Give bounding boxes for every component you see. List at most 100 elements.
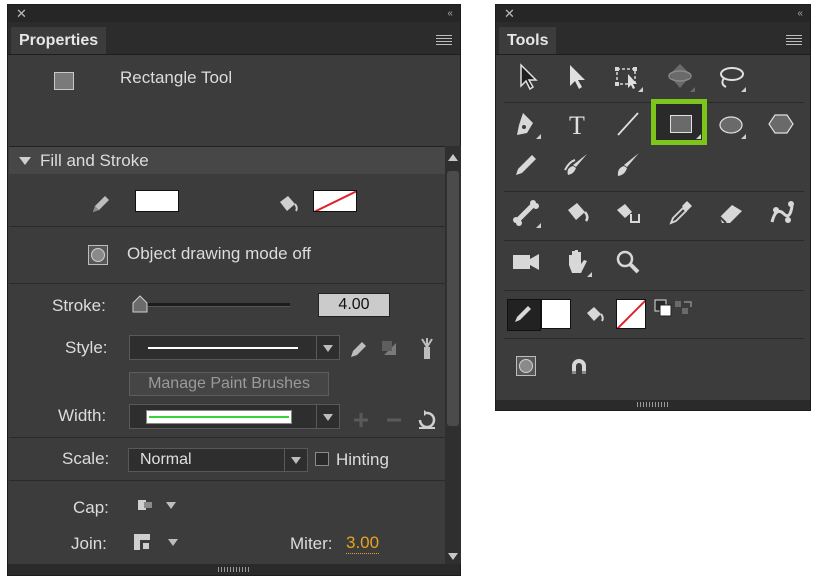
close-icon[interactable]: ✕: [16, 6, 27, 21]
fill-color[interactable]: [582, 302, 608, 328]
style-label: Style:: [65, 338, 108, 357]
chevron-down-icon: [284, 449, 307, 471]
ink-bottle-tool[interactable]: [611, 196, 645, 230]
object-drawing-icon[interactable]: [88, 245, 110, 267]
manage-paint-brushes-button[interactable]: Manage Paint Brushes: [129, 372, 329, 396]
panel-menu-icon[interactable]: [436, 35, 452, 45]
chevron-down-icon: [19, 157, 31, 165]
text-tool[interactable]: T: [560, 107, 594, 141]
remove-width-point-icon[interactable]: [385, 411, 403, 429]
paint-bucket-tool[interactable]: [560, 196, 594, 230]
scale-dropdown[interactable]: Normal: [128, 448, 308, 472]
stroke-slider[interactable]: [132, 294, 294, 314]
svg-text:T: T: [569, 111, 585, 140]
chevron-down-icon: [316, 336, 339, 359]
lasso-tool[interactable]: [714, 60, 748, 94]
chevron-down-icon: [168, 539, 178, 546]
join-style-dropdown[interactable]: [132, 532, 182, 554]
subselection-tool[interactable]: [560, 60, 594, 94]
object-drawing-label: Object drawing mode off: [127, 244, 311, 263]
paint-bucket-icon: [587, 307, 604, 322]
slider-thumb-icon[interactable]: [132, 295, 148, 313]
paint-bucket-icon: [276, 192, 300, 216]
tools-titlebar[interactable]: ✕ ‹‹: [496, 5, 810, 22]
swap-icon: [675, 301, 692, 314]
width-profile-dropdown[interactable]: [129, 404, 340, 429]
properties-tab-row: Properties: [8, 22, 460, 55]
chevron-down-icon: [316, 405, 339, 428]
snap-to-objects[interactable]: [567, 355, 591, 379]
stroke-color[interactable]: [507, 299, 541, 331]
style-dropdown[interactable]: [129, 335, 340, 360]
line-tool[interactable]: [611, 107, 645, 141]
pen-tool[interactable]: [509, 107, 543, 141]
stroke-color-swatch[interactable]: [135, 190, 179, 212]
tools-panel: ✕ ‹‹ Tools T: [495, 4, 811, 411]
pencil-tool[interactable]: [509, 148, 543, 182]
brush-options-icon[interactable]: [416, 337, 438, 361]
magnet-icon: [572, 359, 586, 374]
hinting-label: Hinting: [336, 450, 389, 469]
tab-properties[interactable]: Properties: [11, 27, 107, 54]
eyedropper-tool[interactable]: [663, 196, 697, 230]
eraser-tool[interactable]: [714, 196, 748, 230]
miter-label: Miter:: [290, 534, 333, 553]
close-icon[interactable]: ✕: [504, 6, 515, 21]
scroll-down-icon[interactable]: [448, 553, 458, 560]
stroke-label: Stroke:: [52, 296, 106, 315]
object-drawing-toggle[interactable]: [516, 356, 538, 378]
brush-tool[interactable]: [560, 148, 594, 182]
brush-library-icon[interactable]: [380, 339, 400, 359]
zoom-tool[interactable]: [611, 245, 645, 279]
fill-swatch[interactable]: [616, 299, 646, 329]
scrollbar[interactable]: [445, 146, 461, 564]
rectangle-tool-icon: [54, 72, 74, 90]
free-transform-tool[interactable]: [611, 60, 645, 94]
hinting-checkbox[interactable]: [315, 452, 329, 466]
polystar-tool[interactable]: [764, 107, 798, 141]
panel-menu-icon[interactable]: [786, 35, 802, 45]
oval-tool[interactable]: [714, 107, 748, 141]
miter-value[interactable]: 3.00: [346, 533, 380, 554]
chevron-down-icon: [166, 502, 176, 509]
hand-tool[interactable]: [560, 245, 594, 279]
scroll-up-icon[interactable]: [448, 154, 458, 161]
tab-tools[interactable]: Tools: [499, 27, 557, 54]
resize-grip[interactable]: [8, 564, 460, 575]
rectangle-icon: [670, 115, 692, 133]
swap-colors[interactable]: [654, 299, 694, 321]
section-title: Fill and Stroke: [40, 151, 149, 170]
tool-name: Rectangle Tool: [120, 68, 233, 87]
paint-brush-tool[interactable]: [611, 148, 645, 182]
puppet-warp-tool[interactable]: [764, 196, 798, 230]
cap-style-dropdown[interactable]: [136, 496, 182, 516]
edit-stroke-style-icon[interactable]: [349, 339, 369, 359]
join-label: Join:: [71, 534, 107, 553]
width-label: Width:: [58, 406, 107, 425]
pencil-icon: [90, 193, 112, 215]
3d-rotation-tool[interactable]: [663, 60, 697, 94]
fill-color-swatch[interactable]: [313, 190, 357, 212]
section-header-fill-stroke[interactable]: Fill and Stroke: [9, 146, 445, 174]
manage-paint-brushes-label: Manage Paint Brushes: [148, 375, 310, 392]
add-width-point-icon[interactable]: [352, 411, 370, 429]
stroke-value: 4.00: [338, 296, 370, 313]
stroke-swatch[interactable]: [541, 299, 571, 329]
rectangle-tool[interactable]: [651, 99, 707, 145]
collapse-icon[interactable]: ‹‹: [447, 6, 453, 21]
reset-width-icon[interactable]: [416, 409, 438, 431]
join-icon: [134, 534, 150, 550]
collapse-icon[interactable]: ‹‹: [797, 6, 803, 21]
scale-value: Normal: [140, 451, 192, 468]
stroke-input[interactable]: 4.00: [318, 293, 390, 317]
resize-grip[interactable]: [496, 400, 810, 410]
cap-label: Cap:: [73, 498, 109, 517]
pencil-icon: [515, 306, 531, 322]
properties-titlebar[interactable]: ✕ ‹‹: [8, 5, 460, 22]
selection-tool[interactable]: [511, 60, 545, 94]
camera-tool[interactable]: [509, 245, 543, 279]
default-colors-icon: [654, 299, 672, 317]
cap-icon: [138, 500, 152, 510]
bone-tool[interactable]: [509, 196, 543, 230]
scrollbar-thumb[interactable]: [447, 171, 459, 426]
